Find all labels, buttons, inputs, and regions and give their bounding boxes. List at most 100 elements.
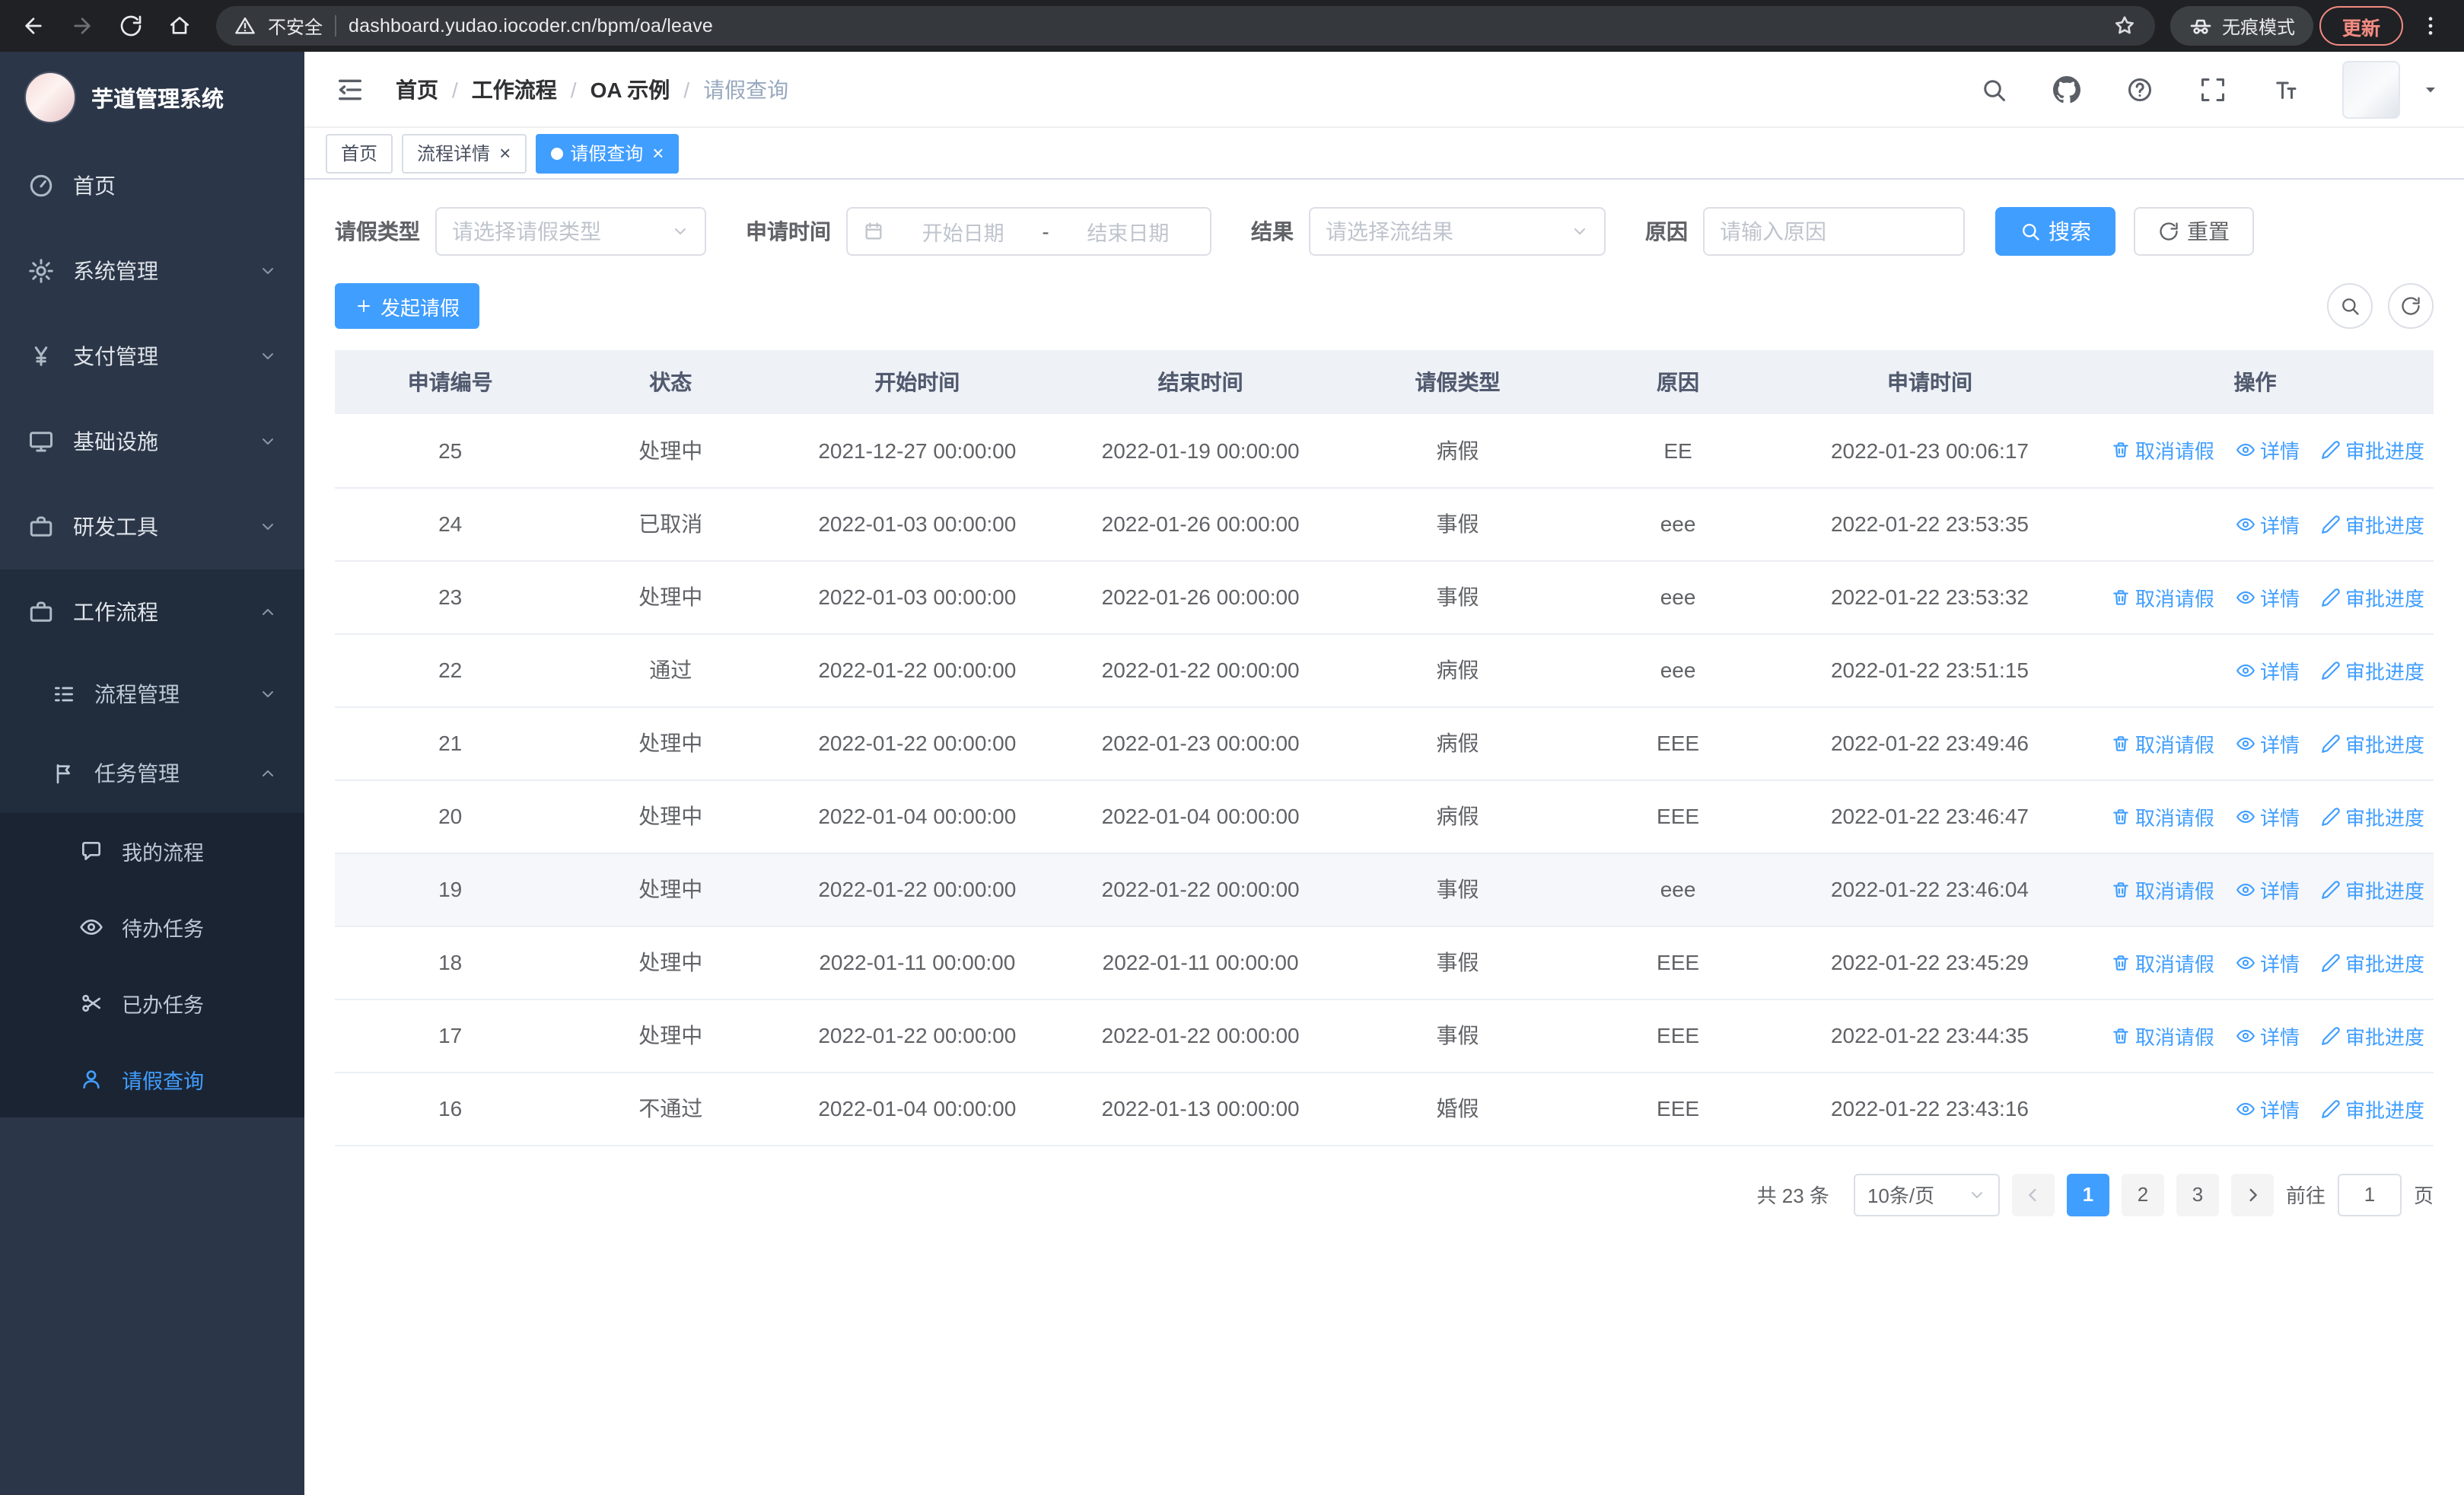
browser-refresh-button[interactable] xyxy=(110,5,152,47)
font-size-button[interactable] xyxy=(2269,72,2303,106)
end-time-cell: 2022-01-13 00:00:00 xyxy=(1059,1072,1342,1146)
task-submenu: 我的流程 待办任务 已办任务 请假查询 xyxy=(0,813,304,1117)
sidebar-item-done-tasks[interactable]: 已办任务 xyxy=(0,965,304,1041)
refresh-table-button[interactable] xyxy=(2388,283,2434,329)
user-avatar[interactable] xyxy=(2342,60,2400,118)
status-cell: 通过 xyxy=(565,633,776,707)
edit-icon xyxy=(2321,587,2341,607)
chevron-up-icon xyxy=(259,764,277,783)
cancel-leave-link[interactable]: 取消请假 xyxy=(2111,436,2214,465)
detail-link[interactable]: 详情 xyxy=(2236,509,2300,538)
approval-progress-link[interactable]: 审批进度 xyxy=(2321,1094,2424,1123)
approval-progress-link[interactable]: 审批进度 xyxy=(2321,875,2424,904)
browser-menu-button[interactable] xyxy=(2409,5,2452,47)
sidebar-item-task-mgmt[interactable]: 任务管理 xyxy=(0,734,304,813)
apply-time-range-picker[interactable]: 开始日期 - 结束日期 xyxy=(846,207,1211,256)
start-time-cell: 2022-01-22 00:00:00 xyxy=(775,999,1059,1073)
plus-icon xyxy=(355,297,373,315)
sidebar-item-workflow[interactable]: 工作流程 xyxy=(0,569,304,655)
reason-input[interactable] xyxy=(1703,207,1965,256)
sidebar-item-todo-tasks[interactable]: 待办任务 xyxy=(0,889,304,965)
sidebar-collapse-button[interactable] xyxy=(329,68,371,110)
prev-page-button[interactable] xyxy=(2011,1173,2055,1216)
next-page-button[interactable] xyxy=(2230,1173,2274,1216)
page-button-2[interactable]: 2 xyxy=(2121,1173,2164,1216)
cancel-leave-link[interactable]: 取消请假 xyxy=(2111,948,2214,977)
approval-progress-link[interactable]: 审批进度 xyxy=(2321,509,2424,538)
result-select[interactable]: 请选择流结果 xyxy=(1309,207,1606,256)
sidebar-item-infra[interactable]: 基础设施 xyxy=(0,399,304,484)
start-date-placeholder: 开始日期 xyxy=(922,222,1004,245)
detail-link[interactable]: 详情 xyxy=(2236,1094,2300,1123)
approval-progress-link[interactable]: 审批进度 xyxy=(2321,1021,2424,1050)
actions-cell: 取消请假 详情 审批进度 xyxy=(2077,926,2434,999)
fullscreen-button[interactable] xyxy=(2196,72,2230,106)
breadcrumb-oa-example[interactable]: OA 示例 xyxy=(591,74,670,104)
browser-back-button[interactable] xyxy=(12,5,55,47)
cancel-leave-link[interactable]: 取消请假 xyxy=(2111,1021,2214,1050)
create-leave-button[interactable]: 发起请假 xyxy=(335,283,480,329)
tab-close-icon[interactable]: × xyxy=(499,143,511,163)
page-button-1[interactable]: 1 xyxy=(2066,1173,2109,1216)
eye-icon xyxy=(2236,441,2255,461)
status-cell: 不通过 xyxy=(565,1072,776,1146)
header-search-button[interactable] xyxy=(1977,72,2010,106)
sidebar-item-process-mgmt[interactable]: 流程管理 xyxy=(0,655,304,734)
tab-close-icon[interactable]: × xyxy=(652,143,664,163)
sidebar-item-my-process[interactable]: 我的流程 xyxy=(0,813,304,889)
reset-button[interactable]: 重置 xyxy=(2134,207,2254,256)
approval-progress-link[interactable]: 审批进度 xyxy=(2321,802,2424,830)
app-logo[interactable]: 芋道管理系统 xyxy=(0,52,304,143)
goto-label: 前往 xyxy=(2285,1184,2326,1207)
avatar-caret-icon[interactable] xyxy=(2421,80,2440,98)
detail-link[interactable]: 详情 xyxy=(2236,728,2300,757)
detail-link[interactable]: 详情 xyxy=(2236,582,2300,611)
breadcrumb-workflow[interactable]: 工作流程 xyxy=(472,74,557,104)
approval-progress-link[interactable]: 审批进度 xyxy=(2321,582,2424,611)
tab-leave-query[interactable]: 请假查询 × xyxy=(535,133,680,173)
sidebar-item-payment[interactable]: 支付管理 xyxy=(0,314,304,399)
table-row: 17 处理中 2022-01-22 00:00:00 2022-01-22 00:00… xyxy=(335,999,2434,1073)
reason-cell: EEE xyxy=(1573,1072,1783,1146)
detail-link[interactable]: 详情 xyxy=(2236,948,2300,977)
detail-link[interactable]: 详情 xyxy=(2236,655,2300,684)
bookmark-star-icon[interactable] xyxy=(2112,14,2137,38)
cancel-leave-link[interactable]: 取消请假 xyxy=(2111,875,2214,904)
search-toggle-button[interactable] xyxy=(2327,283,2373,329)
leave-type-select[interactable]: 请选择请假类型 xyxy=(435,207,706,256)
search-button[interactable]: 搜索 xyxy=(1995,207,2115,256)
detail-link[interactable]: 详情 xyxy=(2236,1021,2300,1050)
cancel-leave-link[interactable]: 取消请假 xyxy=(2111,582,2214,611)
sidebar-item-system[interactable]: 系统管理 xyxy=(0,228,304,314)
update-button[interactable]: 更新 xyxy=(2319,6,2403,46)
approval-progress-link[interactable]: 审批进度 xyxy=(2321,655,2424,684)
breadcrumb-home[interactable]: 首页 xyxy=(396,74,438,104)
scissors-icon xyxy=(79,991,103,1015)
cancel-leave-link[interactable]: 取消请假 xyxy=(2111,802,2214,830)
monitor-icon xyxy=(27,428,55,455)
address-bar[interactable]: 不安全 dashboard.yudao.iocoder.cn/bpm/oa/le… xyxy=(216,6,2155,46)
detail-link[interactable]: 详情 xyxy=(2236,802,2300,830)
approval-progress-link[interactable]: 审批进度 xyxy=(2321,728,2424,757)
page-button-3[interactable]: 3 xyxy=(2176,1173,2219,1216)
approval-progress-link[interactable]: 审批进度 xyxy=(2321,948,2424,977)
approval-progress-link[interactable]: 审批进度 xyxy=(2321,436,2424,465)
goto-page-input[interactable] xyxy=(2337,1173,2402,1216)
sidebar-item-home[interactable]: 首页 xyxy=(0,143,304,228)
tab-process-detail[interactable]: 流程详情 × xyxy=(402,133,527,173)
sidebar-item-devtools[interactable]: 研发工具 xyxy=(0,484,304,569)
detail-link[interactable]: 详情 xyxy=(2236,436,2300,465)
chevron-down-icon xyxy=(1571,222,1589,241)
browser-home-button[interactable] xyxy=(158,5,201,47)
browser-forward-button[interactable] xyxy=(61,5,103,47)
page-size-select[interactable]: 10条/页 xyxy=(1853,1173,2000,1216)
detail-link[interactable]: 详情 xyxy=(2236,875,2300,904)
tab-home[interactable]: 首页 xyxy=(326,133,393,173)
cancel-leave-link[interactable]: 取消请假 xyxy=(2111,728,2214,757)
actions-cell: 取消请假 详情 审批进度 xyxy=(2077,999,2434,1073)
sidebar-item-leave-query[interactable]: 请假查询 xyxy=(0,1041,304,1117)
actions-cell: 取消请假 详情 审批进度 xyxy=(2077,706,2434,780)
help-button[interactable] xyxy=(2123,72,2157,106)
security-label: 不安全 xyxy=(268,16,323,37)
github-button[interactable] xyxy=(2050,72,2084,106)
